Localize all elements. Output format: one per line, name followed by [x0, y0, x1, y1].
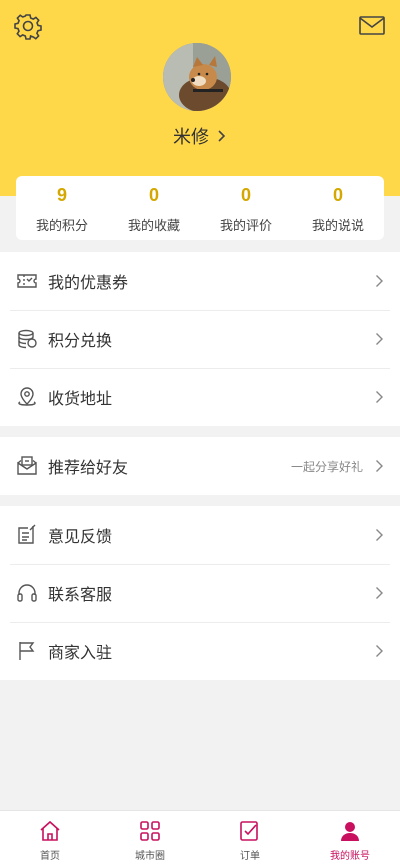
chevron-right-icon — [376, 460, 383, 472]
grid-icon — [140, 821, 160, 841]
menu-item-label: 商家入驻 — [48, 645, 113, 662]
coins-icon — [18, 329, 37, 349]
share-mail-icon — [17, 456, 37, 475]
tab-orders[interactable]: 订单 — [200, 811, 300, 866]
tab-my-account[interactable]: 我的账号 — [300, 811, 400, 866]
settings-gear-icon[interactable] — [14, 12, 42, 40]
menu-item-label: 我的优惠券 — [48, 275, 129, 292]
tab-label: 首页 — [40, 851, 60, 862]
menu-item-customer-service[interactable]: 联系客服 — [0, 564, 400, 622]
stat-label: 我的评价 — [219, 217, 272, 233]
stat-reviews[interactable]: 0 我的评价 — [200, 176, 292, 240]
username-row[interactable]: 米修 — [0, 124, 400, 148]
menu-item-label: 联系客服 — [48, 587, 113, 604]
chevron-right-icon — [376, 587, 383, 599]
chevron-right-icon — [376, 275, 383, 287]
chevron-right-icon — [376, 529, 383, 541]
headset-icon — [17, 584, 37, 602]
avatar[interactable] — [163, 43, 231, 111]
chevron-right-icon — [376, 645, 383, 657]
menu-group-share: 推荐给好友 一起分享好礼 — [0, 437, 400, 495]
chevron-right-icon — [376, 391, 383, 403]
tab-label: 我的账号 — [330, 851, 370, 862]
feedback-icon — [18, 524, 36, 544]
stat-value: 9 — [56, 184, 67, 205]
menu-item-hint: 一起分享好礼 — [290, 459, 363, 474]
stat-points[interactable]: 9 我的积分 — [16, 176, 108, 240]
profile-header: 米修 — [0, 0, 400, 196]
menu-group-support: 意见反馈 联系客服 商家入驻 — [0, 506, 400, 680]
stat-label: 我的积分 — [35, 217, 88, 233]
username: 米修 — [173, 127, 209, 147]
menu-item-label: 推荐给好友 — [48, 460, 129, 477]
tab-home[interactable]: 首页 — [0, 811, 100, 866]
tab-label: 订单 — [240, 851, 260, 862]
home-icon — [40, 820, 60, 841]
tab-label: 城市圈 — [135, 851, 165, 862]
tab-city-circle[interactable]: 城市圈 — [100, 811, 200, 866]
chevron-right-icon — [218, 130, 226, 142]
menu-item-coupons[interactable]: 我的优惠券 — [0, 252, 400, 310]
stat-value: 0 — [148, 184, 159, 205]
bottom-tab-bar: 首页 城市圈 订单 我的账号 — [0, 810, 400, 866]
menu-item-label: 意见反馈 — [48, 529, 113, 546]
avatar-dog-image — [163, 43, 231, 111]
stat-favorites[interactable]: 0 我的收藏 — [108, 176, 200, 240]
stat-label: 我的收藏 — [127, 217, 180, 233]
coupon-icon — [17, 274, 37, 288]
menu-item-label: 积分兑换 — [48, 333, 113, 350]
stat-label: 我的说说 — [311, 217, 364, 233]
menu-item-points-exchange[interactable]: 积分兑换 — [0, 310, 400, 368]
stat-value: 0 — [240, 184, 251, 205]
menu-item-recommend[interactable]: 推荐给好友 一起分享好礼 — [0, 437, 400, 495]
flag-icon — [19, 642, 35, 660]
menu-item-address[interactable]: 收货地址 — [0, 368, 400, 426]
stat-posts[interactable]: 0 我的说说 — [292, 176, 384, 240]
menu-group-account: 我的优惠券 积分兑换 收货地址 — [0, 252, 400, 426]
stats-card: 9 我的积分 0 我的收藏 0 我的评价 0 我的说说 — [16, 176, 384, 240]
stat-value: 0 — [332, 184, 343, 205]
menu-item-merchant-join[interactable]: 商家入驻 — [0, 622, 400, 680]
menu-item-feedback[interactable]: 意见反馈 — [0, 506, 400, 564]
user-icon — [341, 822, 359, 841]
message-mail-icon[interactable] — [358, 14, 386, 38]
menu-item-label: 收货地址 — [48, 391, 113, 408]
order-icon — [240, 821, 258, 841]
location-icon — [18, 387, 36, 406]
chevron-right-icon — [376, 333, 383, 345]
